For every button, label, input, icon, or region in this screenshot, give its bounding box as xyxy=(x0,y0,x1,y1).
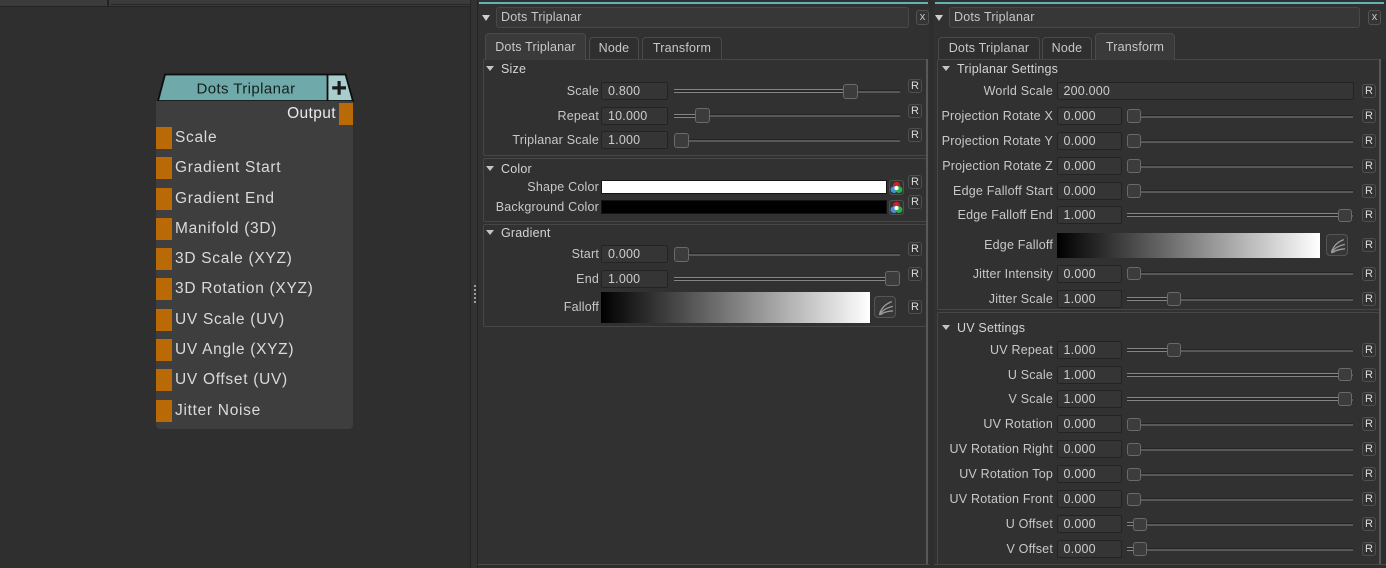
svg-text:Dots Triplanar: Dots Triplanar xyxy=(197,81,296,98)
